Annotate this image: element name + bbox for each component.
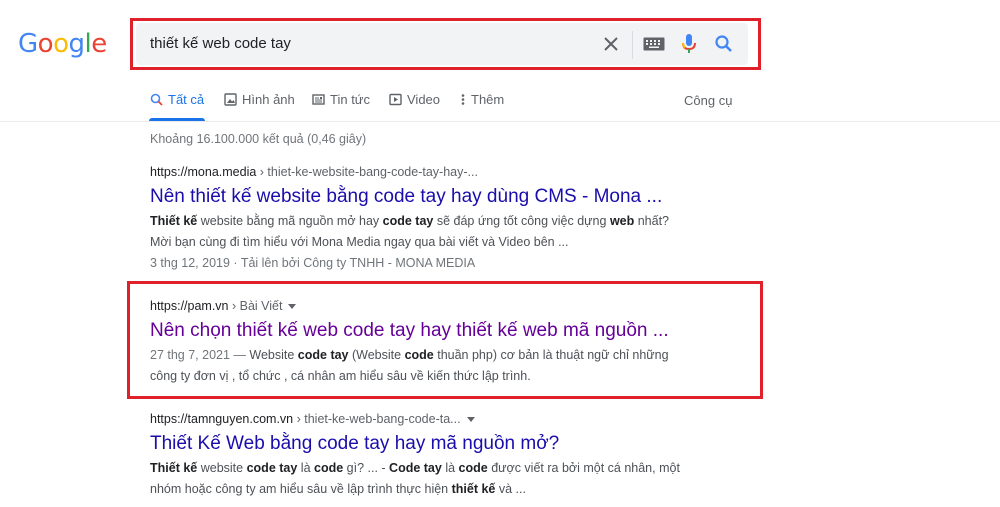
search-input[interactable]: thiết kế web code tay: [150, 35, 291, 52]
search-result: https://mona.media › thiet-ke-website-ba…: [150, 165, 710, 274]
snippet-text: nhất?: [634, 214, 670, 228]
result-domain: https://mona.media: [150, 165, 257, 179]
result-stats: Khoảng 16.100.000 kết quả (0,46 giây): [150, 132, 367, 146]
tab-label: Tất cả: [168, 92, 205, 107]
tab-label: Thêm: [471, 92, 505, 107]
snippet-bold: code tay: [382, 214, 434, 228]
dropdown-arrow-icon[interactable]: [288, 304, 297, 310]
result-title[interactable]: Nên thiết kế website bằng code tay hay d…: [150, 185, 710, 209]
snippet-text: website: [197, 461, 247, 475]
result-snippet: Thiết kế website bằng mã nguồn mở hay co…: [150, 211, 710, 253]
news-icon: [312, 94, 325, 105]
snippet-bold: Thiết kế: [150, 214, 198, 228]
result-path: › thiet-ke-website-bang-code-tay-hay-...: [256, 165, 478, 179]
more-icon: [461, 94, 465, 105]
keyboard-icon[interactable]: [643, 37, 665, 51]
result-domain: https://pam.vn: [150, 299, 229, 313]
snippet-text: là: [441, 461, 459, 475]
snippet-text: gì? ... -: [343, 461, 390, 475]
snippet-bold: code: [404, 348, 434, 362]
search-result: https://tamnguyen.com.vn › thiet-ke-web-…: [150, 412, 710, 500]
google-logo[interactable]: Google: [18, 29, 107, 59]
logo-letter: o: [37, 29, 54, 59]
result-date: 27 thg 7, 2021 —: [150, 348, 250, 362]
image-icon: [224, 93, 237, 106]
snippet-text: công ty đơn vị , tổ chức , cá nhân am hi…: [150, 369, 531, 383]
snippet-text: và ...: [495, 482, 526, 496]
search-icon: [150, 93, 163, 106]
snippet-bold: code: [314, 461, 344, 475]
tab-label: Video: [407, 92, 441, 107]
result-title[interactable]: Nên chọn thiết kế web code tay hay thiết…: [150, 319, 710, 343]
snippet-text: được viết ra bởi một cá nhân, một: [487, 461, 680, 475]
tab-news[interactable]: Tin tức: [312, 92, 370, 107]
snippet-bold: Thiết kế: [150, 461, 198, 475]
result-url[interactable]: https://tamnguyen.com.vn › thiet-ke-web-…: [150, 412, 710, 426]
result-url[interactable]: https://pam.vn › Bài Viết: [150, 299, 710, 313]
logo-letter: e: [91, 29, 107, 59]
snippet-bold: web: [609, 214, 635, 228]
tools-button[interactable]: Công cụ: [684, 93, 732, 108]
tab-more[interactable]: Thêm: [460, 92, 504, 107]
search-divider: [632, 31, 633, 59]
snippet-text: Mời bạn cùng đi tìm hiểu với Mona Media …: [150, 235, 569, 249]
result-url[interactable]: https://mona.media › thiet-ke-website-ba…: [150, 165, 710, 179]
result-meta: 3 thg 12, 2019 · Tải lên bởi Công ty TNH…: [150, 256, 476, 270]
dropdown-arrow-icon[interactable]: [466, 417, 475, 423]
result-path: › thiet-ke-web-bang-code-ta...: [293, 412, 461, 426]
result-domain: https://tamnguyen.com.vn: [150, 412, 294, 426]
snippet-text: thuần php) cơ bản là thuật ngữ chỉ những: [433, 348, 669, 362]
snippet-bold: thiết kế: [451, 482, 496, 496]
tab-video[interactable]: Video: [389, 92, 440, 107]
snippet-text: sẽ đáp ứng tốt công việc dựng: [433, 214, 610, 228]
logo-letter: o: [53, 29, 69, 59]
result-path: › Bài Viết: [228, 299, 283, 313]
tab-all[interactable]: Tất cả: [150, 92, 204, 107]
header-divider: [0, 121, 1000, 122]
snippet-bold: code tay: [297, 348, 349, 362]
search-icon[interactable]: [714, 34, 734, 54]
snippet-text: nhóm hoặc công ty am hiểu sâu về lập trì…: [150, 482, 452, 496]
snippet-text: (Website: [348, 348, 405, 362]
result-snippet: 27 thg 7, 2021 — Website code tay (Websi…: [150, 345, 710, 387]
result-title[interactable]: Thiết Kế Web bằng code tay hay mã nguồn …: [150, 432, 710, 456]
snippet-bold: code tay: [246, 461, 298, 475]
snippet-text: là: [297, 461, 314, 475]
snippet-text: website bằng mã nguồn mở hay: [197, 214, 383, 228]
result-snippet: Thiết kế website code tay là code gì? ..…: [150, 458, 710, 500]
tab-label: Tin tức: [330, 92, 371, 107]
video-icon: [389, 93, 402, 106]
tab-images[interactable]: Hình ảnh: [224, 92, 295, 107]
tab-label: Hình ảnh: [242, 92, 295, 107]
search-result: https://pam.vn › Bài Viết Nên chọn thiết…: [150, 299, 710, 387]
microphone-icon[interactable]: [680, 33, 698, 55]
logo-letter: g: [68, 29, 86, 59]
snippet-bold: code: [458, 461, 488, 475]
logo-letter: G: [18, 29, 38, 59]
snippet-bold: Code tay: [389, 461, 442, 475]
clear-icon[interactable]: [601, 34, 621, 54]
snippet-text: Website: [249, 348, 298, 362]
